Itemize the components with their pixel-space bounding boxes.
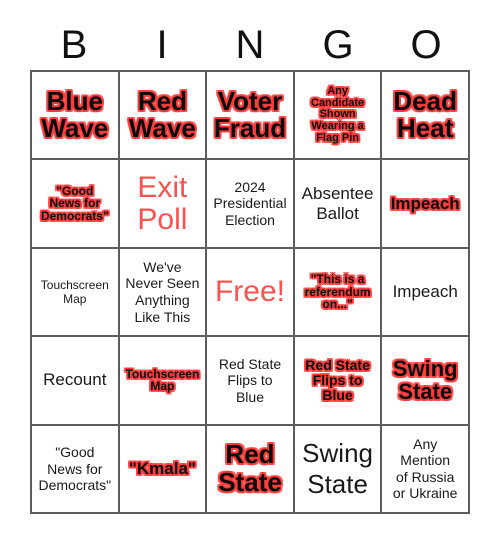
bingo-cell-label: "Good News for Democrats" xyxy=(38,444,112,494)
bingo-cell-label: "Kmala" xyxy=(128,458,196,478)
bingo-cell-label: Any Candidate Shown Wearing a Flag Pin xyxy=(311,85,365,144)
bingo-cell-label: Touchscreen Map xyxy=(40,277,109,306)
bingo-cell-label: Voter Fraud xyxy=(213,85,287,144)
bingo-cell-label: Swing State xyxy=(392,356,458,405)
bingo-cell-r5c5[interactable]: Any Mention of Russia or Ukraine xyxy=(382,425,470,514)
bingo-cell-r4c3[interactable]: Red State Flips to Blue xyxy=(207,337,295,426)
bingo-cell-label: Free! xyxy=(214,275,285,309)
bingo-cell-r5c2[interactable]: "Kmala" xyxy=(119,425,208,514)
bingo-header-letter-g: G xyxy=(322,23,354,67)
bingo-header-letter-i: I xyxy=(156,23,168,67)
bingo-cell-r3c1[interactable]: Touchscreen Map xyxy=(32,248,120,338)
bingo-cell-r3c2[interactable]: We've Never Seen Anything Like This xyxy=(119,248,208,338)
bingo-cell-label: Impeach xyxy=(390,193,460,213)
bingo-cell-r2c4[interactable]: Absentee Ballot xyxy=(294,160,383,249)
bingo-cell-r2c1[interactable]: "Good News for Democrats" xyxy=(32,160,120,249)
bingo-cell-label: Red State Flips to Blue xyxy=(218,355,282,405)
bingo-cell-label: Red Wave xyxy=(128,85,196,144)
bingo-cell-r4c2[interactable]: Touchscreen Map xyxy=(119,337,208,426)
bingo-cell-label: 2024 Presidential Election xyxy=(213,178,287,228)
bingo-header-letter-b: B xyxy=(60,23,88,67)
bingo-header-row: B I N G O xyxy=(30,0,470,67)
bingo-cell-r5c1[interactable]: "Good News for Democrats" xyxy=(32,425,120,514)
bingo-cell-label: Exit Poll xyxy=(137,171,188,236)
bingo-cell-label: Any Mention of Russia or Ukraine xyxy=(392,435,458,502)
bingo-cell-label: Recount xyxy=(43,370,107,390)
bingo-cell-label: Touchscreen Map xyxy=(125,366,200,394)
bingo-card: B I N G O Blue Wave Red Wave Voter Fraud An… xyxy=(0,0,500,544)
bingo-cell-r1c5[interactable]: Dead Heat xyxy=(382,72,470,161)
bingo-cell-r2c2[interactable]: Exit Poll xyxy=(119,160,208,249)
bingo-cell-label: Blue Wave xyxy=(41,85,109,144)
bingo-cell-label: Red State xyxy=(218,439,282,497)
bingo-cell-r4c4[interactable]: Red State Flips to Blue xyxy=(294,337,383,426)
bingo-cell-r2c5[interactable]: Impeach xyxy=(382,160,470,249)
bingo-cell-r2c3[interactable]: 2024 Presidential Election xyxy=(207,160,295,249)
bingo-cell-label: "Good News for Democrats" xyxy=(40,183,109,223)
bingo-cell-label: Dead Heat xyxy=(393,85,457,144)
bingo-cell-r3c4[interactable]: "This is a referendum on..." xyxy=(294,248,383,338)
bingo-grid: Blue Wave Red Wave Voter Fraud Any Candidat… xyxy=(30,70,470,514)
bingo-cell-label: Red State Flips to Blue xyxy=(305,357,370,403)
bingo-cell-label: We've Never Seen Anything Like This xyxy=(125,258,200,325)
bingo-cell-r5c3[interactable]: Red State xyxy=(207,425,295,514)
bingo-cell-label: Impeach xyxy=(392,281,458,301)
bingo-cell-r4c1[interactable]: Recount xyxy=(32,337,120,426)
bingo-cell-r1c2[interactable]: Red Wave xyxy=(119,72,208,161)
bingo-cell-r1c3[interactable]: Voter Fraud xyxy=(207,72,295,161)
bingo-cell-r5c4[interactable]: Swing State xyxy=(294,425,383,514)
bingo-cell-r1c1[interactable]: Blue Wave xyxy=(32,72,120,161)
bingo-cell-label: Absentee Ballot xyxy=(301,183,374,223)
bingo-header-letter-n: N xyxy=(235,23,265,67)
bingo-cell-label: "This is a referendum on..." xyxy=(304,271,371,312)
bingo-cell-r3c5[interactable]: Impeach xyxy=(382,248,470,338)
bingo-header-letter-o: O xyxy=(410,23,442,67)
bingo-cell-r3c3[interactable]: Free! xyxy=(207,248,295,338)
bingo-cell-r1c4[interactable]: Any Candidate Shown Wearing a Flag Pin xyxy=(294,72,383,161)
bingo-cell-r4c5[interactable]: Swing State xyxy=(382,337,470,426)
bingo-cell-label: Swing State xyxy=(302,438,373,499)
